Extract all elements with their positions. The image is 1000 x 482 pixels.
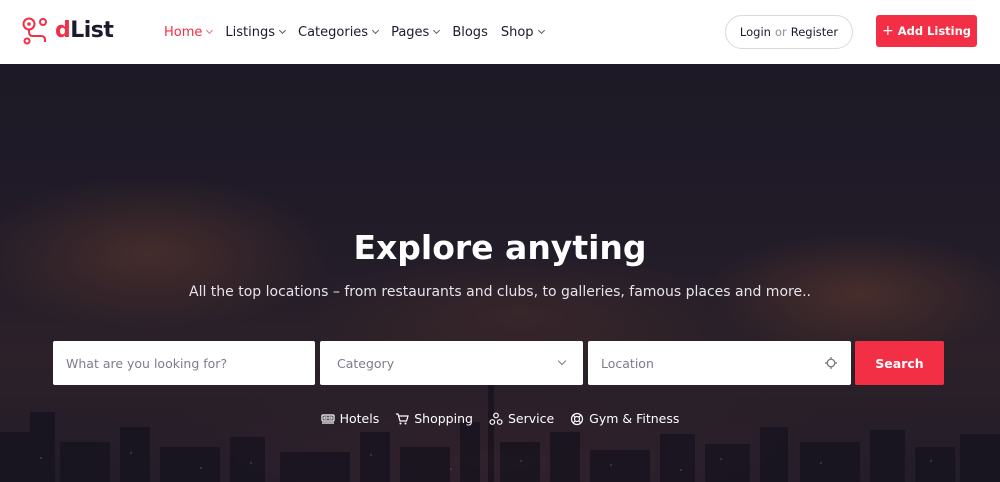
nav-item-label: Listings (225, 24, 275, 40)
quick-link-shopping[interactable]: Shopping (395, 411, 473, 426)
hero-section: Explore anyting All the top locations – … (0, 64, 1000, 482)
quick-link-service[interactable]: Service (489, 411, 554, 426)
nav-item-blogs[interactable]: Blogs (452, 25, 488, 40)
nav-item-shop[interactable]: Shop (500, 24, 545, 40)
map-route-icon (22, 17, 47, 45)
login-register-button: Login or Register (725, 15, 853, 49)
add-listing-label: Add Listing (897, 24, 972, 38)
cart-icon (396, 412, 410, 424)
quick-link-label: Gym & Fitness (589, 411, 680, 426)
nav-item-listings[interactable]: Listings (225, 24, 287, 40)
chevron-down-icon (433, 26, 441, 35)
nav-item-label: Blogs (452, 24, 488, 40)
keyword-input[interactable] (66, 355, 315, 371)
lifebuoy-icon (571, 412, 584, 425)
nav-item-pages[interactable]: Pages (391, 24, 441, 40)
plus-icon: + (881, 23, 894, 39)
hero-title: Explore anyting (353, 228, 647, 267)
site-header: dList Home Listings Categories Pages Blo… (0, 0, 1000, 64)
service-icon (489, 412, 503, 425)
nav-item-label: Pages (391, 24, 430, 40)
logo-text-rest: List (70, 17, 114, 43)
or-separator: or (774, 25, 787, 39)
nav-item-categories[interactable]: Categories (298, 24, 380, 40)
quick-categories: Hotels Shopping Service Gym & Fitness (0, 411, 1000, 426)
quick-link-label: Service (507, 411, 555, 426)
nav-item-home[interactable]: Home (164, 24, 214, 40)
nav-item-label: Home (164, 24, 203, 40)
nav-item-label: Shop (500, 24, 534, 40)
chevron-down-icon (372, 26, 380, 35)
chevron-down-icon (557, 356, 567, 366)
crosshair-icon[interactable] (825, 357, 837, 369)
add-listing-button[interactable]: + Add Listing (876, 15, 977, 47)
register-link[interactable]: Register (791, 25, 838, 39)
main-nav: Home Listings Categories Pages Blogs Sho… (164, 0, 557, 64)
chevron-down-icon (206, 26, 214, 35)
location-input[interactable] (601, 355, 851, 371)
chevron-down-icon (537, 26, 545, 35)
search-button[interactable]: Search (855, 341, 944, 385)
nav-item-label: Categories (298, 24, 369, 40)
quick-link-gym-fitness[interactable]: Gym & Fitness (570, 411, 679, 426)
quick-link-label: Hotels (339, 411, 380, 426)
category-select[interactable]: Category (320, 341, 583, 385)
logo-text-accent: d (55, 17, 71, 43)
logo[interactable]: dList (21, 15, 114, 45)
bed-icon (320, 413, 335, 424)
city-skyline-background (0, 382, 1000, 482)
hero-subtitle: All the top locations – from restaurants… (189, 284, 811, 300)
logo-text: dList (55, 17, 114, 43)
location-field (588, 341, 851, 385)
category-select-value: Category (337, 355, 395, 371)
quick-link-label: Shopping (414, 411, 473, 426)
chevron-down-icon (278, 26, 287, 35)
login-link[interactable]: Login (740, 25, 771, 39)
keyword-field (53, 341, 315, 385)
quick-link-hotels[interactable]: Hotels (320, 411, 380, 426)
